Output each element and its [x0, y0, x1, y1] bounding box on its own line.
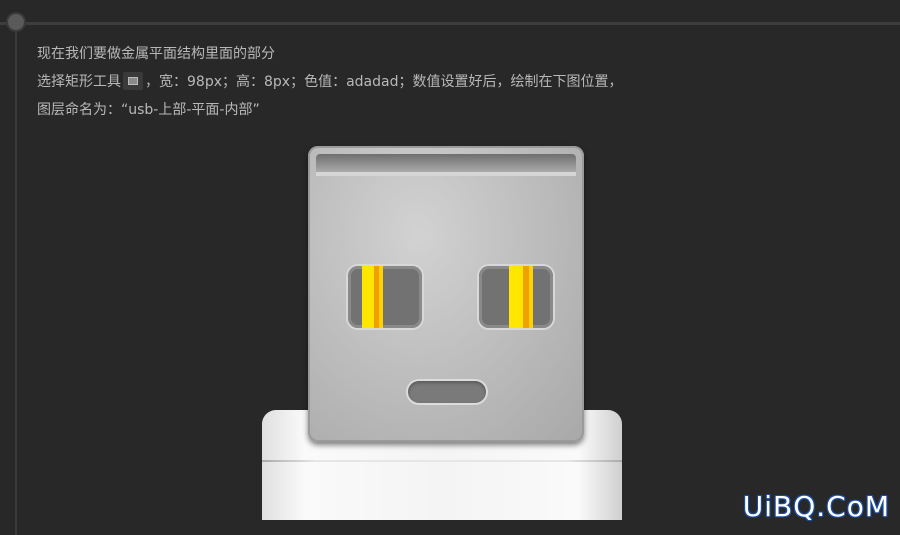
stripe-yellow: [362, 266, 374, 328]
usb-hole-left: [348, 266, 422, 328]
stripe-yellow: [509, 266, 523, 328]
stripe-yellow-thin: [529, 266, 533, 328]
usb-top-inner-rect: [316, 154, 576, 176]
watermark-logo: UiBQ.CoM: [742, 490, 890, 523]
usb-illustration: [262, 140, 624, 520]
usb-hole-right: [479, 266, 553, 328]
tutorial-line-1: 现在我们要做金属平面结构里面的部分: [37, 46, 275, 62]
timeline-divider: [0, 22, 900, 25]
timeline-vertical-line: [15, 30, 17, 535]
timeline-dot: [8, 14, 24, 30]
usb-slot: [408, 381, 486, 403]
tutorial-text: 现在我们要做金属平面结构里面的部分 选择矩形工具 ，宽：98px；高：8px；色值…: [37, 40, 887, 124]
usb-metal-plug: [308, 146, 584, 442]
rectangle-tool-icon: [123, 72, 143, 90]
tutorial-line-3: 图层命名为：“usb-上部-平面-内部”: [37, 102, 260, 118]
stripe-yellow-thin: [379, 266, 383, 328]
tutorial-line-2: 选择矩形工具 ，宽：98px；高：8px；色值：adadad；数值设置好后，绘制在…: [37, 68, 887, 96]
tutorial-line-2-after: ，宽：98px；高：8px；色值：adadad；数值设置好后，绘制在下图位置，: [145, 74, 623, 90]
tutorial-line-2-before: 选择矩形工具: [37, 74, 121, 90]
